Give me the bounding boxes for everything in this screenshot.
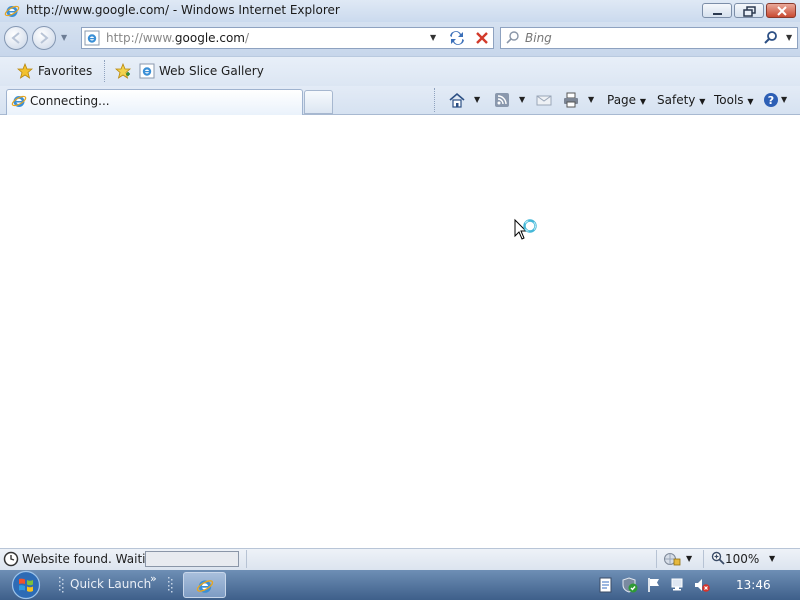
home-dropdown[interactable]: ▼ <box>474 95 480 104</box>
loading-clock-icon <box>3 551 19 567</box>
web-slice-ie-icon <box>139 63 155 79</box>
search-go-icon[interactable] <box>763 30 779 46</box>
status-separator <box>703 550 704 568</box>
address-input[interactable]: http://www.google.com/ <box>106 31 249 45</box>
command-separator <box>434 88 436 112</box>
taskbar-ie-icon <box>196 580 214 593</box>
favorites-star-icon <box>17 63 33 79</box>
status-separator <box>656 550 657 568</box>
quick-launch-grip[interactable] <box>58 576 64 594</box>
svg-text:?: ? <box>768 94 774 107</box>
safety-menu[interactable]: Safety ▼ <box>657 93 705 107</box>
feeds-dropdown[interactable]: ▼ <box>519 95 525 104</box>
help-icon[interactable]: ? <box>763 92 779 108</box>
forward-button[interactable] <box>32 26 56 50</box>
taskbar-grip[interactable] <box>167 576 173 594</box>
zoom-dropdown[interactable]: ▼ <box>769 554 775 563</box>
start-button[interactable] <box>8 570 44 600</box>
print-dropdown[interactable]: ▼ <box>588 95 594 104</box>
tab-ie-icon <box>11 95 27 107</box>
add-to-favorites-bar-icon[interactable] <box>114 63 132 79</box>
zoom-icon[interactable] <box>711 551 725 565</box>
tray-document-icon[interactable] <box>598 577 614 593</box>
quick-launch-chevron[interactable]: » <box>150 572 157 585</box>
restore-icon <box>743 6 756 17</box>
taskbar-clock[interactable]: 13:46 <box>736 578 771 592</box>
back-arrow-icon <box>11 32 20 44</box>
page-ie-icon <box>84 30 100 46</box>
address-suffix: / <box>245 31 250 45</box>
search-input[interactable]: Bing <box>525 31 552 45</box>
close-icon <box>777 6 787 16</box>
read-mail-icon[interactable] <box>536 92 552 108</box>
status-text: Website found. Waitin <box>22 552 154 566</box>
help-dropdown[interactable]: ▼ <box>781 95 787 104</box>
address-domain: google.com <box>174 31 245 45</box>
protected-mode-icon[interactable] <box>663 551 681 567</box>
zoom-level[interactable]: 100% <box>725 552 759 566</box>
ie-logo-icon <box>4 5 20 17</box>
quick-launch-label: Quick Launch <box>70 577 152 591</box>
stop-icon[interactable] <box>472 28 492 48</box>
web-slice-gallery-link[interactable]: Web Slice Gallery <box>159 64 264 78</box>
favorites-separator <box>104 60 106 82</box>
tools-menu[interactable]: Tools ▼ <box>714 93 754 107</box>
home-icon[interactable] <box>449 92 465 108</box>
back-button[interactable] <box>4 26 28 50</box>
minimize-icon <box>713 13 722 15</box>
zone-dropdown[interactable]: ▼ <box>686 554 692 563</box>
address-dropdown-button[interactable]: ▼ <box>430 33 436 42</box>
tray-security-icon[interactable] <box>622 577 638 593</box>
compatibility-view-icon[interactable] <box>446 28 468 48</box>
busy-cursor-icon <box>514 218 537 240</box>
tray-volume-muted-icon[interactable] <box>694 577 710 593</box>
restore-button[interactable] <box>734 3 764 18</box>
address-prefix: http://www. <box>106 31 175 45</box>
favorites-button[interactable]: Favorites <box>38 64 92 78</box>
tray-action-center-flag-icon[interactable] <box>646 577 662 593</box>
close-button[interactable] <box>766 3 796 18</box>
tools-menu-label: Tools <box>714 93 744 107</box>
feeds-icon[interactable] <box>494 92 510 108</box>
recent-pages-dropdown[interactable]: ▼ <box>61 33 67 42</box>
forward-arrow-icon <box>40 32 49 44</box>
tray-network-icon[interactable] <box>670 577 686 593</box>
page-content[interactable] <box>0 115 800 548</box>
progress-bar <box>145 551 239 567</box>
safety-menu-label: Safety <box>657 93 696 107</box>
page-menu-label: Page <box>607 93 637 107</box>
search-icon <box>506 31 519 44</box>
search-options-dropdown[interactable]: ▼ <box>786 33 792 42</box>
page-menu[interactable]: Page ▼ <box>607 93 646 107</box>
tab-label: Connecting... <box>30 94 110 108</box>
print-icon[interactable] <box>563 92 579 108</box>
status-separator <box>246 550 247 568</box>
minimize-button[interactable] <box>702 3 732 18</box>
new-tab-button[interactable] <box>304 90 333 114</box>
window-title: http://www.google.com/ - Windows Interne… <box>26 3 340 17</box>
